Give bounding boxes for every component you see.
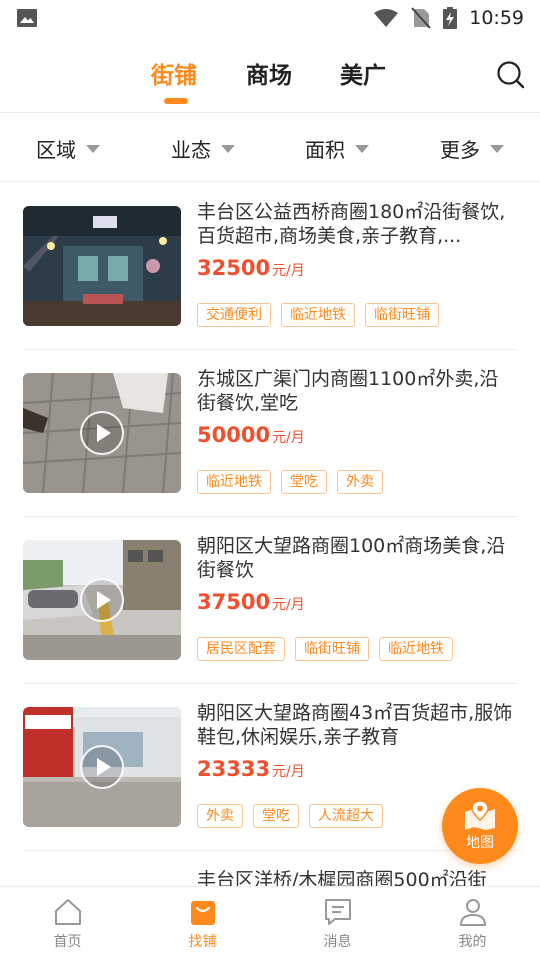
nav-home-label: 首页: [53, 934, 82, 950]
listing-price: 37500 元/月: [197, 590, 305, 614]
listing-tag: 堂吃: [281, 470, 327, 494]
map-pin-icon: [465, 800, 495, 830]
profile-icon: [459, 899, 486, 926]
no-sim-icon: [411, 7, 431, 29]
price-value: 50000: [197, 423, 271, 447]
filter-more[interactable]: 更多: [440, 134, 504, 163]
nav-home[interactable]: 首页: [0, 887, 135, 960]
listing-title: 朝阳区大望路商圈43㎡百货超市,服饰鞋包,休闲娱乐,亲子教育: [197, 702, 513, 748]
listing-price: 50000 元/月: [197, 423, 305, 447]
video-play-icon[interactable]: [80, 578, 124, 622]
caret-down-icon: [355, 144, 369, 153]
nav-messages[interactable]: 消息: [270, 887, 405, 960]
status-time: 10:59: [469, 7, 524, 29]
price-unit: 元/月: [272, 430, 305, 446]
active-tab-indicator: [164, 98, 188, 104]
map-button[interactable]: 地图: [442, 788, 518, 864]
nav-find-shop[interactable]: 找铺: [135, 887, 270, 960]
video-play-icon[interactable]: [80, 411, 124, 455]
battery-charging-icon: [443, 7, 458, 29]
listing-item[interactable]: 朝阳区大望路商圈100㎡商场美食,沿街餐饮 37500 元/月 居民区配套 临街旺…: [0, 517, 540, 684]
listing-tags: 外卖 堂吃 人流超大: [197, 804, 383, 828]
listing-tag: 临街旺铺: [295, 637, 369, 661]
listing-thumbnail: [23, 707, 181, 827]
listing-title: 丰台区公益西桥商圈180㎡沿街餐饮,百货超市,商场美食,亲子教育,...: [197, 201, 506, 247]
video-play-icon[interactable]: [80, 745, 124, 789]
filter-business-type[interactable]: 业态: [171, 134, 235, 163]
listing-thumbnail: [23, 206, 181, 326]
filter-region-label: 区域: [36, 138, 76, 162]
listing-tags: 居民区配套 临街旺铺 临近地铁: [197, 637, 453, 661]
caret-down-icon: [490, 144, 504, 153]
filter-area-label: 面积: [305, 138, 345, 162]
listing-tag: 居民区配套: [197, 637, 285, 661]
listing-title: 东城区广渠门内商圈1100㎡外卖,沿街餐饮,堂吃: [197, 368, 499, 414]
listing-thumbnail: [23, 373, 181, 493]
price-value: 37500: [197, 590, 271, 614]
search-icon[interactable]: [496, 60, 526, 90]
nav-profile[interactable]: 我的: [405, 887, 540, 960]
listing-tag: 临近地铁: [197, 470, 271, 494]
price-value: 23333: [197, 757, 271, 781]
top-tab-bar: 街铺 商场 美广: [0, 36, 540, 113]
filter-bar: 区域 业态 面积 更多: [0, 114, 540, 182]
image-notification-icon: [17, 9, 37, 27]
listing-tag: 人流超大: [309, 804, 383, 828]
filter-region[interactable]: 区域: [36, 134, 100, 163]
listing-tag: 堂吃: [253, 804, 299, 828]
tab-mall[interactable]: 商场: [246, 56, 292, 90]
listing-tag: 外卖: [337, 470, 383, 494]
price-unit: 元/月: [272, 597, 305, 613]
divider: [23, 850, 517, 851]
caret-down-icon: [221, 144, 235, 153]
map-button-label: 地图: [466, 835, 494, 851]
filter-business-type-label: 业态: [171, 138, 211, 162]
listing-thumbnail: [23, 540, 181, 660]
tab-meiguang[interactable]: 美广: [340, 56, 386, 90]
caret-down-icon: [86, 144, 100, 153]
listing-tags: 交通便利 临近地铁 临街旺铺: [197, 303, 439, 327]
listing-tag: 外卖: [197, 804, 243, 828]
filter-area[interactable]: 面积: [305, 134, 369, 163]
filter-more-label: 更多: [440, 138, 480, 162]
message-icon: [324, 899, 351, 925]
home-icon: [54, 899, 81, 925]
price-unit: 元/月: [272, 263, 305, 279]
listing-item[interactable]: 东城区广渠门内商圈1100㎡外卖,沿街餐饮,堂吃 50000 元/月 临近地铁 堂…: [0, 350, 540, 517]
listing-item[interactable]: 丰台区公益西桥商圈180㎡沿街餐饮,百货超市,商场美食,亲子教育,... 325…: [0, 183, 540, 350]
nav-messages-label: 消息: [323, 934, 352, 950]
price-unit: 元/月: [272, 764, 305, 780]
listing-title: 朝阳区大望路商圈100㎡商场美食,沿街餐饮: [197, 535, 506, 581]
listing-tag: 临近地铁: [379, 637, 453, 661]
listing-price: 32500 元/月: [197, 256, 305, 280]
listing-tag: 临近地铁: [281, 303, 355, 327]
listing-tag: 临街旺铺: [365, 303, 439, 327]
listing-tags: 临近地铁 堂吃 外卖: [197, 470, 383, 494]
nav-find-shop-label: 找铺: [188, 934, 217, 950]
nav-profile-label: 我的: [458, 934, 487, 950]
listing-tag: 交通便利: [197, 303, 271, 327]
shop-bag-icon: [190, 901, 215, 925]
listing-price: 23333 元/月: [197, 757, 305, 781]
bottom-nav: 首页 找铺 消息 我的: [0, 886, 540, 960]
price-value: 32500: [197, 256, 271, 280]
wifi-icon: [374, 9, 399, 27]
tab-street-shop[interactable]: 街铺: [151, 56, 197, 90]
status-bar: 10:59: [0, 0, 540, 36]
